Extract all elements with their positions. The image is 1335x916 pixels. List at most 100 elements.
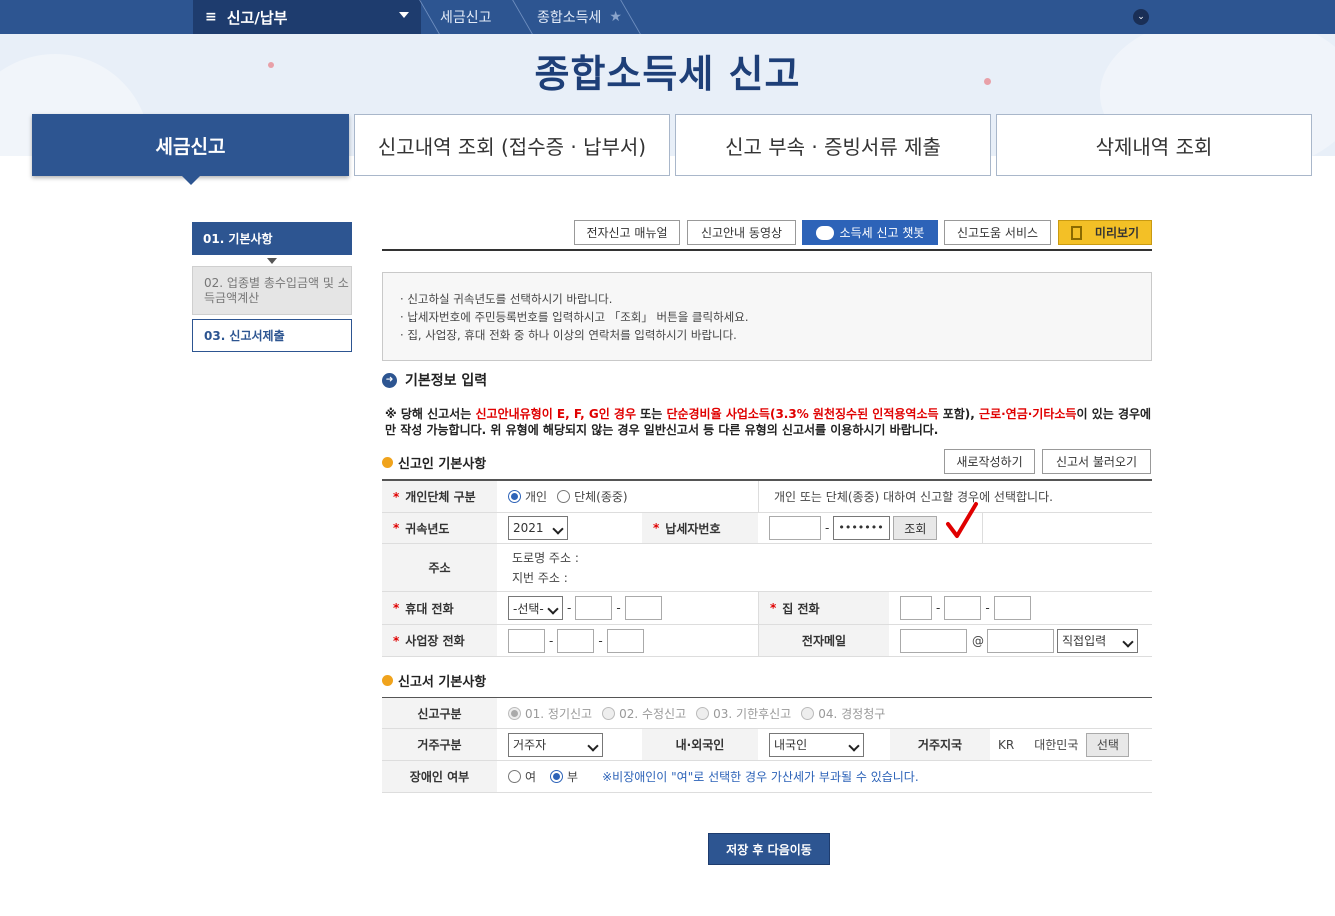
- chevron-down-icon[interactable]: ⌄: [1133, 9, 1149, 25]
- tab-tax-report[interactable]: 세금신고: [32, 114, 349, 176]
- divider: [382, 249, 1152, 251]
- step-basic-info[interactable]: 01. 기본사항: [192, 222, 352, 255]
- country-name: 대한민국: [1034, 738, 1079, 752]
- manual-button[interactable]: 전자신고 매뉴얼: [574, 220, 680, 245]
- radio-amend[interactable]: [602, 706, 616, 720]
- tab-report-history[interactable]: 신고내역 조회 (접수증 · 납부서): [354, 114, 670, 176]
- residence-select[interactable]: 거주자: [508, 732, 603, 757]
- report-kind-radio-group: 01. 정기신고 02. 수정신고 03. 기한후신고 04. 경정청구: [508, 698, 885, 728]
- radio-disabled-yes[interactable]: [508, 770, 521, 783]
- document-icon: [1070, 225, 1082, 240]
- home-phone-last-input[interactable]: [993, 596, 1031, 620]
- menu-label: 신고/납부: [226, 8, 288, 27]
- active-tab-arrow: [182, 176, 200, 185]
- taxno-front-input[interactable]: [769, 516, 821, 540]
- mobile-mid-input[interactable]: [575, 596, 613, 620]
- hamburger-icon: ≡: [205, 9, 217, 25]
- breadcrumb-tax-report[interactable]: 세금신고: [440, 0, 492, 34]
- home-phone-mid-input[interactable]: [944, 596, 982, 620]
- guide-item: · 집, 사업장, 휴대 전화 중 하나 이상의 연락처를 입력하시기 바랍니다…: [400, 328, 737, 342]
- email-domain-input[interactable]: [987, 628, 1054, 653]
- tab-deleted-history[interactable]: 삭제내역 조회: [996, 114, 1312, 176]
- year-label: * 귀속년도: [382, 513, 497, 543]
- divider: [758, 481, 759, 512]
- table-row: 주소 도로명 주소 : 지번 주소 :: [382, 544, 1152, 592]
- guide-item: · 신고하실 귀속년도를 선택하시기 바랍니다.: [400, 292, 613, 306]
- help-service-button[interactable]: 신고도움 서비스: [944, 220, 1051, 245]
- email-label: 전자메일: [759, 625, 889, 656]
- nationality-label: 내·외국인: [642, 729, 758, 760]
- new-form-button[interactable]: 새로작성하기: [944, 449, 1035, 474]
- biz-phone-last-input[interactable]: [606, 628, 644, 653]
- save-next-button[interactable]: 저장 후 다음이동: [708, 833, 830, 865]
- radio-disabled-no[interactable]: [550, 770, 564, 783]
- load-form-button[interactable]: 신고서 불러오기: [1042, 449, 1151, 474]
- lookup-button[interactable]: 조회: [893, 516, 938, 540]
- country-label: 거주지국: [890, 729, 990, 760]
- email-domain-select[interactable]: 직접입력: [1057, 628, 1138, 653]
- radio-correction[interactable]: [801, 706, 815, 720]
- table-row: * 휴대 전화 -선택- - - * 집 전화 - -: [382, 592, 1152, 625]
- guide-box: · 신고하실 귀속년도를 선택하시기 바랍니다. · 납세자번호에 주민등록번호…: [382, 272, 1152, 361]
- disabled-label: 장애인 여부: [382, 761, 497, 792]
- filer-table: * 개인단체 구분 개인 단체(종중) 개인 또는 단체(종중) 대하여 신고할 …: [382, 479, 1152, 657]
- road-address: 도로명 주소 :: [512, 550, 579, 565]
- bullet-icon: [382, 675, 393, 686]
- home-phone-label: * 집 전화: [759, 592, 889, 624]
- preview-button[interactable]: 미리보기: [1058, 220, 1152, 245]
- biz-phone-mid-input[interactable]: [557, 628, 595, 653]
- radio-group[interactable]: [557, 490, 571, 503]
- mobile-prefix-select[interactable]: -선택-: [508, 596, 563, 620]
- taxno-label: * 납세자번호: [642, 513, 758, 543]
- biz-phone-area-input[interactable]: [508, 628, 545, 653]
- caret-down-icon: [399, 12, 409, 18]
- step-income-calc[interactable]: 02. 업종별 총수입금액 및 소득금액계산: [192, 266, 352, 315]
- mobile-label: * 휴대 전화: [382, 592, 497, 624]
- step-submit[interactable]: 03. 신고서제출: [192, 319, 352, 352]
- video-button[interactable]: 신고안내 동영상: [687, 220, 796, 245]
- home-phone-area-input[interactable]: [900, 596, 932, 620]
- tab-attachments[interactable]: 신고 부속 · 증빙서류 제출: [675, 114, 991, 176]
- divider: [982, 513, 983, 543]
- step-arrow-icon: [267, 258, 277, 264]
- menu-dropdown[interactable]: ≡ 신고/납부: [193, 0, 421, 34]
- report-table: 신고구분 01. 정기신고 02. 수정신고 03. 기한후신고 04. 경정청…: [382, 697, 1152, 793]
- lot-address: 지번 주소 :: [512, 570, 568, 585]
- disabled-help: ※비장애인이 "여"로 선택한 경우 가산세가 부과될 수 있습니다.: [602, 770, 919, 784]
- chatbot-button[interactable]: 소득세 신고 챗봇: [802, 220, 938, 245]
- table-row: * 사업장 전화 - - 전자메일 @ 직접입력: [382, 625, 1152, 657]
- report-kind-label: 신고구분: [382, 698, 497, 728]
- type-help: 개인 또는 단체(종중) 대하여 신고할 경우에 선택합니다.: [774, 490, 1053, 504]
- taxno-back-input[interactable]: •••••••: [833, 516, 891, 540]
- radio-regular[interactable]: [508, 706, 521, 720]
- guide-item: · 납세자번호에 주민등록번호를 입력하시고 「조회」 버튼을 클릭하세요.: [400, 310, 749, 324]
- check-mark-icon: [946, 502, 978, 538]
- arrow-right-icon: ➜: [382, 372, 397, 388]
- report-section-title: 신고서 기본사항: [382, 671, 486, 690]
- email-id-input[interactable]: [900, 628, 967, 653]
- nationality-select[interactable]: 내국인: [769, 732, 864, 757]
- chatbot-icon: [815, 225, 834, 240]
- biz-phone-label: * 사업장 전화: [382, 625, 497, 656]
- breadcrumb-separator: [495, 0, 533, 34]
- type-label: * 개인단체 구분: [382, 481, 497, 512]
- table-row: * 귀속년도 2021 * 납세자번호 - ••••••• 조회: [382, 513, 1152, 544]
- at-sign: @: [972, 633, 984, 648]
- radio-individual[interactable]: [508, 490, 521, 503]
- table-row: * 개인단체 구분 개인 단체(종중) 개인 또는 단체(종중) 대하여 신고할 …: [382, 481, 1152, 513]
- radio-late[interactable]: [696, 706, 710, 720]
- page-title: 종합소득세 신고: [534, 52, 801, 96]
- country-code: KR: [998, 737, 1015, 752]
- bullet-icon: [382, 457, 393, 468]
- year-select[interactable]: 2021: [508, 516, 568, 540]
- country-select-button[interactable]: 선택: [1086, 732, 1130, 757]
- top-nav-bar: ≡ 신고/납부 세금신고 종합소득세 ★ ⌄: [0, 0, 1335, 34]
- address-label: 주소: [382, 544, 497, 591]
- table-row: 신고구분 01. 정기신고 02. 수정신고 03. 기한후신고 04. 경정청…: [382, 698, 1152, 729]
- table-row: 거주구분 거주자 내·외국인 내국인 거주지국 KR 대한민국 선택: [382, 729, 1152, 761]
- type-radio-group: 개인 단체(종중): [508, 481, 628, 512]
- table-row: 장애인 여부 여 부 ※비장애인이 "여"로 선택한 경우 가산세가 부과될 수…: [382, 761, 1152, 793]
- filer-section-title: 신고인 기본사항: [382, 453, 486, 472]
- mobile-last-input[interactable]: [624, 596, 662, 620]
- residence-label: 거주구분: [382, 729, 497, 760]
